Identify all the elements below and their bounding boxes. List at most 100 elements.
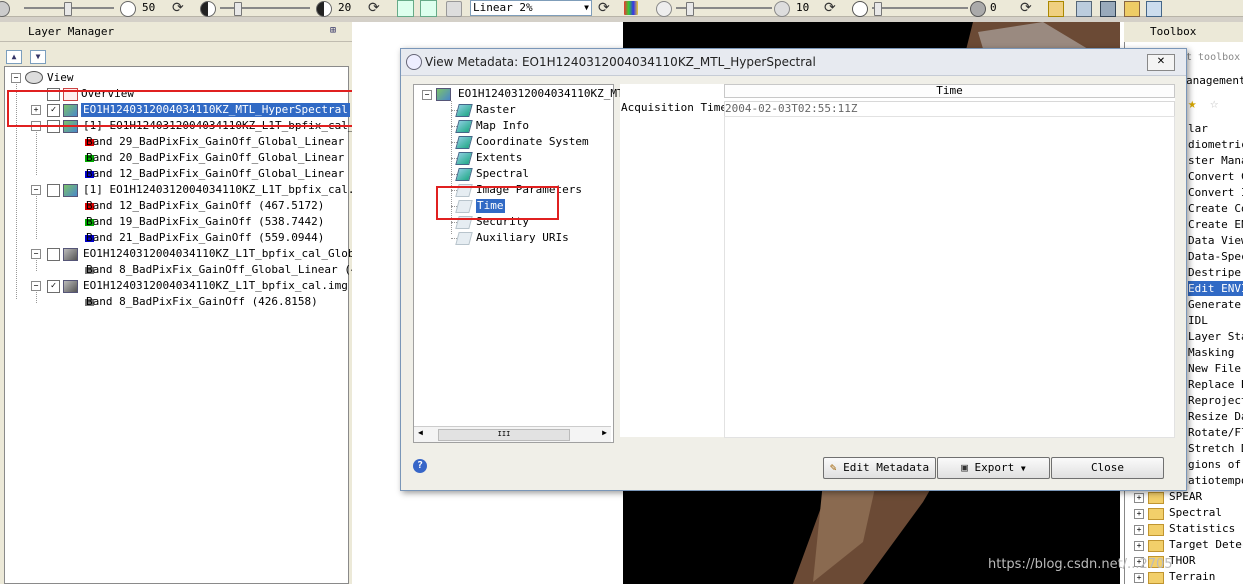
collapse-icon[interactable]: − — [31, 249, 41, 259]
toolbox-folder[interactable]: Terrain — [1169, 569, 1243, 584]
portal-icon[interactable] — [1146, 1, 1162, 17]
metadata-tree: − EO1H1240312004034110KZ_MTI Raster Map I… — [413, 84, 630, 443]
expand-all-button[interactable]: ▼ — [30, 50, 46, 64]
horizontal-scrollbar[interactable]: ◀ III ▶ — [414, 426, 611, 442]
layer-checkbox[interactable]: ✓ — [47, 280, 60, 293]
dialog-close-button[interactable]: ✕ — [1147, 54, 1175, 71]
toolbox-item[interactable]: Resize Da — [1188, 409, 1243, 424]
tag-icon — [455, 136, 473, 149]
favorite-star-icon[interactable]: ★ — [1188, 96, 1196, 112]
table-body — [724, 116, 1175, 438]
toolbox-item[interactable]: Edit ENVI — [1188, 281, 1243, 296]
collapse-icon[interactable]: − — [31, 185, 41, 195]
layer-label: EO1H1240312004034110KZ_L1T_bpfix_cal.img — [83, 279, 348, 292]
layers-icon[interactable] — [1124, 1, 1140, 17]
scroll-thumb[interactable]: III — [438, 429, 570, 441]
toolbox-item[interactable]: diometric C — [1188, 137, 1243, 152]
toolbox-item[interactable]: Reproject — [1188, 393, 1243, 408]
toolbox-item[interactable]: Masking — [1188, 345, 1243, 360]
toolbox-search-input[interactable]: t toolbox — [1186, 52, 1243, 66]
edit-metadata-button[interactable]: ✎ Edit Metadata — [823, 457, 936, 479]
reset-brightness-icon[interactable]: ⟳ — [172, 0, 184, 16]
pin-icon[interactable]: ⊞ — [330, 25, 336, 36]
toolbox-folder[interactable]: Target Detec — [1169, 537, 1243, 552]
view-label: View — [47, 71, 74, 84]
add-favorite-icon[interactable]: ☆ — [1210, 96, 1218, 112]
reset-contrast-icon[interactable]: ⟳ — [368, 0, 380, 16]
toolbox-item[interactable]: Destripe — [1188, 265, 1243, 280]
toolbox-item[interactable]: Data View — [1188, 233, 1243, 248]
sharpen-value: 10 — [796, 1, 810, 14]
dialog-title: View Metadata: EO1H1240312004034110KZ_MT… — [425, 55, 816, 69]
tag-icon — [455, 168, 473, 181]
folder-icon — [1148, 508, 1164, 520]
envi-app-icon — [406, 54, 422, 70]
toolbox-item[interactable]: lar — [1188, 121, 1243, 136]
fit-view-icon[interactable] — [397, 0, 414, 17]
toolbox-item[interactable]: Replace B — [1188, 377, 1243, 392]
close-button[interactable]: Close — [1051, 457, 1164, 479]
toolbox-item[interactable]: Data-Spec — [1188, 249, 1243, 264]
toolbox-item[interactable]: Stretch D — [1188, 441, 1243, 456]
stretch-type-icon[interactable] — [446, 1, 462, 17]
toolbox-path: anagement/ — [1186, 74, 1243, 87]
reset-transparency-icon[interactable]: ⟳ — [1020, 0, 1032, 16]
toolbox-item[interactable]: Generate — [1188, 297, 1243, 312]
color-table-icon[interactable] — [624, 1, 638, 15]
scroll-right-icon[interactable]: ▶ — [602, 428, 607, 437]
export-button[interactable]: ▣ Export ▼ — [937, 457, 1050, 479]
layer-label: EO1H1240312004034110KZ_L1T_bpfix_cal_Glo… — [83, 247, 375, 260]
toolbox-item[interactable]: Create EN — [1188, 217, 1243, 232]
transparency-slider-thumb[interactable] — [874, 2, 882, 16]
brightness-slider-thumb[interactable] — [64, 2, 72, 16]
toolbox-folder[interactable]: Statistics — [1169, 521, 1243, 536]
toolbox-item[interactable]: gions of I — [1188, 457, 1243, 472]
layer-icon — [63, 184, 78, 197]
help-button[interactable]: ? — [413, 459, 427, 473]
toolbox-item[interactable]: atiotempor — [1188, 473, 1243, 488]
collapse-icon[interactable]: − — [31, 281, 41, 291]
expand-icon[interactable]: + — [1134, 525, 1144, 535]
toolbox-item[interactable]: IDL — [1188, 313, 1243, 328]
toolbox-folder[interactable]: SPEAR — [1169, 489, 1243, 504]
highlight-box-time — [436, 186, 559, 220]
contrast-icon — [200, 1, 216, 17]
acquisition-time-value[interactable]: 2004-02-03T02:55:11Z — [724, 101, 1175, 117]
sharpen-slider-thumb[interactable] — [686, 2, 694, 16]
toolbox-item[interactable]: ster Manag — [1188, 153, 1243, 168]
toolbox-folder[interactable]: Spectral — [1169, 505, 1243, 520]
time-column-header: Time — [724, 84, 1175, 98]
chart-icon[interactable] — [1076, 1, 1092, 17]
toolbox-folder[interactable]: THOR — [1169, 553, 1243, 568]
reset-sharpen-icon[interactable]: ⟳ — [824, 0, 836, 16]
measure-icon[interactable] — [1048, 1, 1064, 17]
layer-tree: − View Overview + ✓ EO1H1240312004034110… — [4, 66, 401, 584]
toolbox-item[interactable]: Convert I — [1188, 185, 1243, 200]
toolbox-item[interactable]: Rotate/Fl — [1188, 425, 1243, 440]
view-icon[interactable] — [1100, 1, 1116, 17]
transparency-slider[interactable] — [872, 7, 968, 9]
stretch-select[interactable]: Linear 2% ▼ — [470, 0, 592, 16]
sharpen-icon — [656, 1, 672, 17]
toolbox-item[interactable]: Convert C — [1188, 169, 1243, 184]
expand-icon[interactable]: + — [1134, 573, 1144, 583]
expand-icon[interactable]: + — [1134, 541, 1144, 551]
zoom-extent-icon[interactable] — [420, 0, 437, 17]
collapse-icon[interactable]: − — [11, 73, 21, 83]
scroll-left-icon[interactable]: ◀ — [418, 428, 423, 437]
layer-checkbox[interactable] — [47, 248, 60, 261]
collapse-icon[interactable]: − — [422, 90, 432, 100]
toolbox-item[interactable]: Layer Sta — [1188, 329, 1243, 344]
expand-icon[interactable]: + — [1134, 509, 1144, 519]
toolbox-item[interactable]: Create Co — [1188, 201, 1243, 216]
band-label: Band 29_BadPixFix_GainOff_Global_Linear … — [86, 135, 378, 148]
transparency-max-icon — [970, 1, 986, 17]
toolbox-header: Toolbox — [1124, 22, 1243, 42]
contrast-slider-thumb[interactable] — [234, 2, 242, 16]
toolbox-item[interactable]: New File — [1188, 361, 1243, 376]
folder-icon — [1148, 572, 1164, 584]
reset-stretch-icon[interactable]: ⟳ — [598, 0, 610, 16]
layer-checkbox[interactable] — [47, 184, 60, 197]
expand-icon[interactable]: + — [1134, 493, 1144, 503]
collapse-all-button[interactable]: ▲ — [6, 50, 22, 64]
